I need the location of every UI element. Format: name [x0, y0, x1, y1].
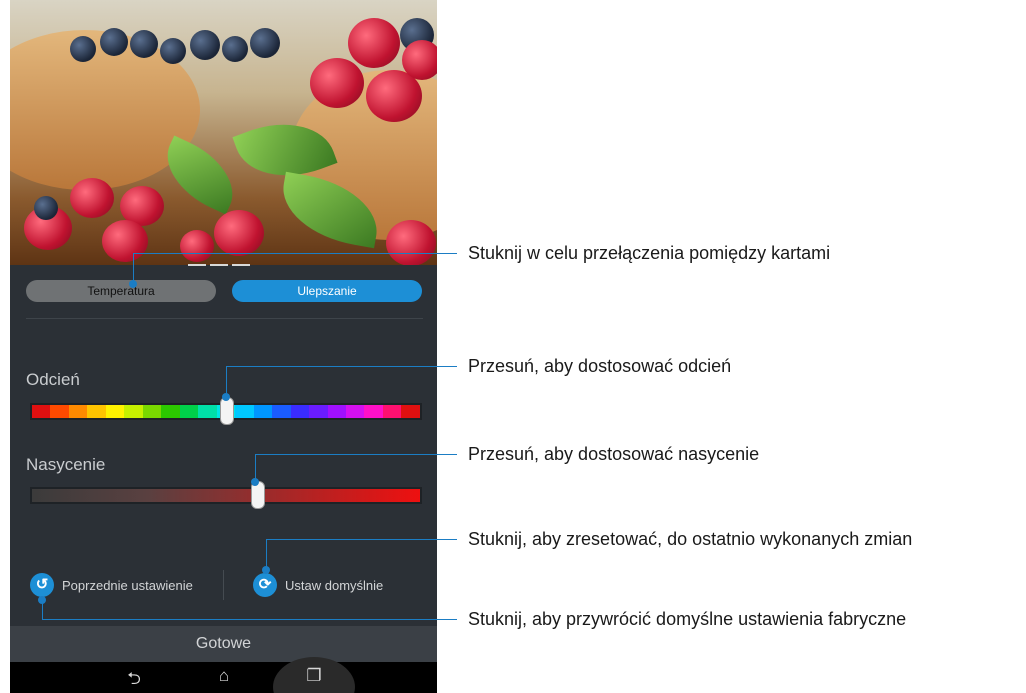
navigation-buttons: ⮌ ⌂ ❐: [10, 662, 437, 693]
hue-segment: [32, 405, 51, 418]
back-icon[interactable]: ⮌: [114, 666, 154, 693]
home-icon[interactable]: ⌂: [204, 666, 244, 686]
hue-segment: [87, 405, 106, 418]
set-default-button[interactable]: ⟳ Ustaw domyślnie: [253, 572, 383, 598]
previous-setting-button[interactable]: ↺ Poprzednie ustawienie: [30, 572, 193, 598]
callout-tabs: Stuknij w celu przełączenia pomiędzy kar…: [468, 243, 831, 263]
callout-dot-tabs: [129, 280, 137, 288]
hue-segment: [124, 405, 143, 418]
callout-line-default-h: [266, 539, 457, 540]
refresh-icon: ⟳: [253, 573, 277, 597]
callout-default: Stuknij, aby przywrócić domyślne ustawie…: [468, 609, 907, 629]
divider: [26, 318, 423, 319]
set-default-label: Ustaw domyślnie: [285, 577, 384, 593]
hue-segment: [105, 405, 125, 418]
hue-segment: [235, 405, 254, 418]
tab-bar: Temperatura Ulepszanie: [26, 280, 423, 302]
undo-icon: ↺: [30, 573, 54, 597]
hue-segment: [68, 405, 88, 418]
recent-apps-icon[interactable]: ❐: [294, 666, 334, 686]
hue-segment: [272, 405, 291, 418]
hue-segment: [198, 405, 217, 418]
hue-segment: [309, 405, 328, 418]
hue-segment: [179, 405, 199, 418]
tab-temperature[interactable]: Temperatura: [26, 280, 216, 302]
callout-line-previous-h: [42, 619, 457, 620]
hue-segment: [345, 405, 365, 418]
saturation-slider-track[interactable]: [30, 487, 422, 504]
device-screen: Temperatura Ulepszanie Odcień Nasycenie …: [10, 0, 437, 693]
callout-saturation: Przesuń, aby dostosować nasycenie: [468, 444, 760, 464]
hue-segment: [382, 405, 402, 418]
hue-segment: [401, 405, 420, 418]
action-separator: [223, 570, 224, 600]
callout-line-hue-h: [226, 366, 457, 367]
previous-setting-label: Poprzednie ustawienie: [62, 577, 193, 593]
callout-previous: Stuknij, aby zresetować, do ostatnio wyk…: [468, 529, 913, 549]
hue-segment: [364, 405, 383, 418]
hue-segment: [50, 405, 69, 418]
tab-enhancement[interactable]: Ulepszanie: [232, 280, 422, 302]
callout-dot-previous: [38, 596, 46, 604]
hue-label: Odcień: [26, 370, 80, 389]
hue-segment: [142, 405, 162, 418]
preview-image: [10, 0, 437, 265]
callout-dot-default: [262, 566, 270, 574]
hue-segment: [327, 405, 346, 418]
hue-segment: [161, 405, 180, 418]
callout-dot-hue: [222, 393, 230, 401]
hue-segment: [253, 405, 273, 418]
callout-dot-sat: [251, 478, 259, 486]
hue-slider-thumb[interactable]: [220, 397, 234, 425]
callout-hue: Przesuń, aby dostosować odcień: [468, 356, 732, 376]
done-button[interactable]: Gotowe: [10, 626, 437, 662]
hue-segment: [290, 405, 310, 418]
saturation-label: Nasycenie: [26, 455, 106, 474]
callout-line-tabs-h: [133, 253, 457, 254]
callout-line-sat-h: [255, 454, 457, 455]
